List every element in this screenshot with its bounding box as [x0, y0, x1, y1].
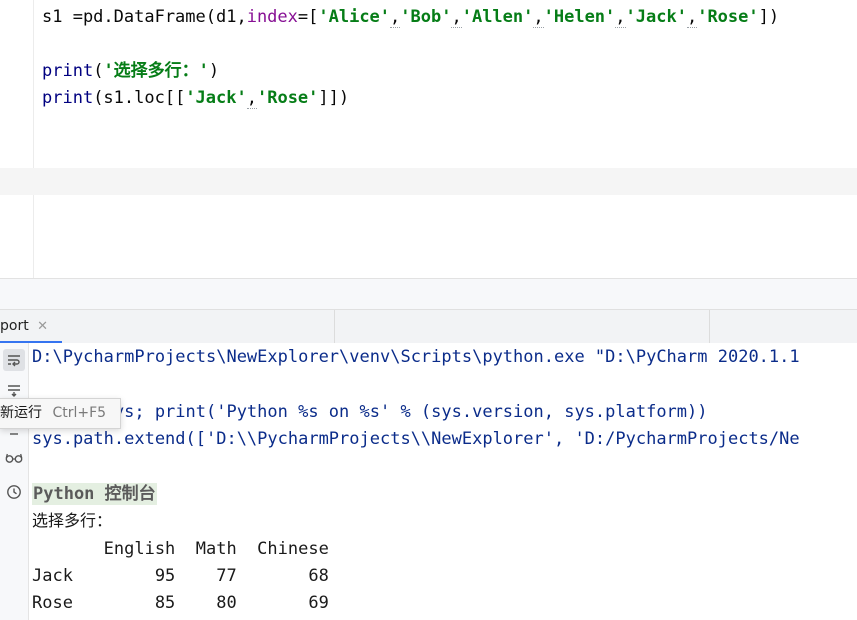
console-banner: Python 控制台 — [32, 483, 157, 505]
code-line[interactable]: print(s1.loc[['Jack','Rose']]) — [42, 88, 350, 109]
code-token: 'Helen' — [543, 7, 616, 27]
tab-run-config-label: port — [0, 318, 29, 334]
glasses-icon[interactable] — [3, 447, 25, 469]
close-icon[interactable]: ✕ — [37, 319, 48, 334]
console-line-sys-path: sys.path.extend(['D:\\PycharmProjects\\N… — [32, 429, 800, 449]
code-token: print — [42, 88, 94, 108]
rerun-tooltip: 新运行 Ctrl+F5 — [0, 398, 122, 429]
tab-divider — [334, 310, 335, 343]
tab-run-config[interactable]: port ✕ — [0, 310, 62, 344]
code-token: 'Rose' — [256, 88, 319, 108]
python-console[interactable]: D:\PycharmProjects\NewExplorer\venv\Scri… — [0, 343, 857, 620]
tab-divider — [709, 310, 710, 343]
code-token: print — [42, 61, 94, 81]
code-token: , — [246, 88, 257, 109]
code-token: '选择多行：' — [103, 61, 209, 81]
code-token: 'Jack' — [625, 7, 687, 27]
code-token: 'Rose' — [697, 7, 759, 27]
editor-gutter-border — [33, 0, 34, 278]
code-token: 'Alice' — [318, 7, 391, 27]
code-token: , — [615, 7, 626, 28]
tool-window-header — [0, 279, 857, 309]
console-output-heading: 选择多行： — [32, 511, 113, 530]
console-tab-bar: port ✕ — [0, 309, 857, 344]
code-token: index — [246, 7, 298, 27]
console-toolbar — [0, 343, 29, 620]
code-token: 'Bob' — [400, 7, 452, 27]
code-token: , — [390, 7, 401, 28]
code-token: (s1.loc[[ — [93, 88, 186, 108]
dataframe-header-row: English Math Chinese — [32, 539, 329, 559]
code-line[interactable]: print('选择多行：') — [42, 61, 219, 81]
code-token: ( — [93, 61, 104, 81]
code-token: ) — [208, 61, 220, 81]
soft-wrap-icon[interactable] — [3, 349, 25, 371]
code-token: =[ — [297, 7, 319, 27]
current-line-highlight — [0, 168, 857, 195]
code-line[interactable]: s1 =pd.DataFrame(d1,index=['Alice','Bob'… — [42, 7, 780, 28]
history-clock-icon[interactable] — [3, 481, 25, 503]
dataframe-row-rose: Rose 85 80 69 — [32, 593, 329, 613]
code-token: 'Jack' — [185, 88, 247, 108]
code-token: , — [533, 7, 544, 28]
dataframe-row-jack: Jack 95 77 68 — [32, 566, 329, 586]
console-line-interpreter-path: D:\PycharmProjects\NewExplorer\venv\Scri… — [32, 347, 800, 367]
code-token: 'Allen' — [461, 7, 534, 27]
code-token: s1 =pd.DataFrame(d1, — [42, 7, 247, 27]
console-line-import-sys: import sys; print('Python %s on %s' % (s… — [32, 402, 708, 422]
tooltip-label: 新运行 — [0, 405, 42, 421]
code-token: , — [451, 7, 462, 28]
code-token: , — [686, 7, 698, 28]
code-token: ]) — [758, 7, 780, 27]
code-token: ]]) — [318, 88, 350, 108]
code-editor[interactable]: s1 =pd.DataFrame(d1,index=['Alice','Bob'… — [0, 0, 857, 278]
tooltip-shortcut: Ctrl+F5 — [52, 405, 107, 421]
